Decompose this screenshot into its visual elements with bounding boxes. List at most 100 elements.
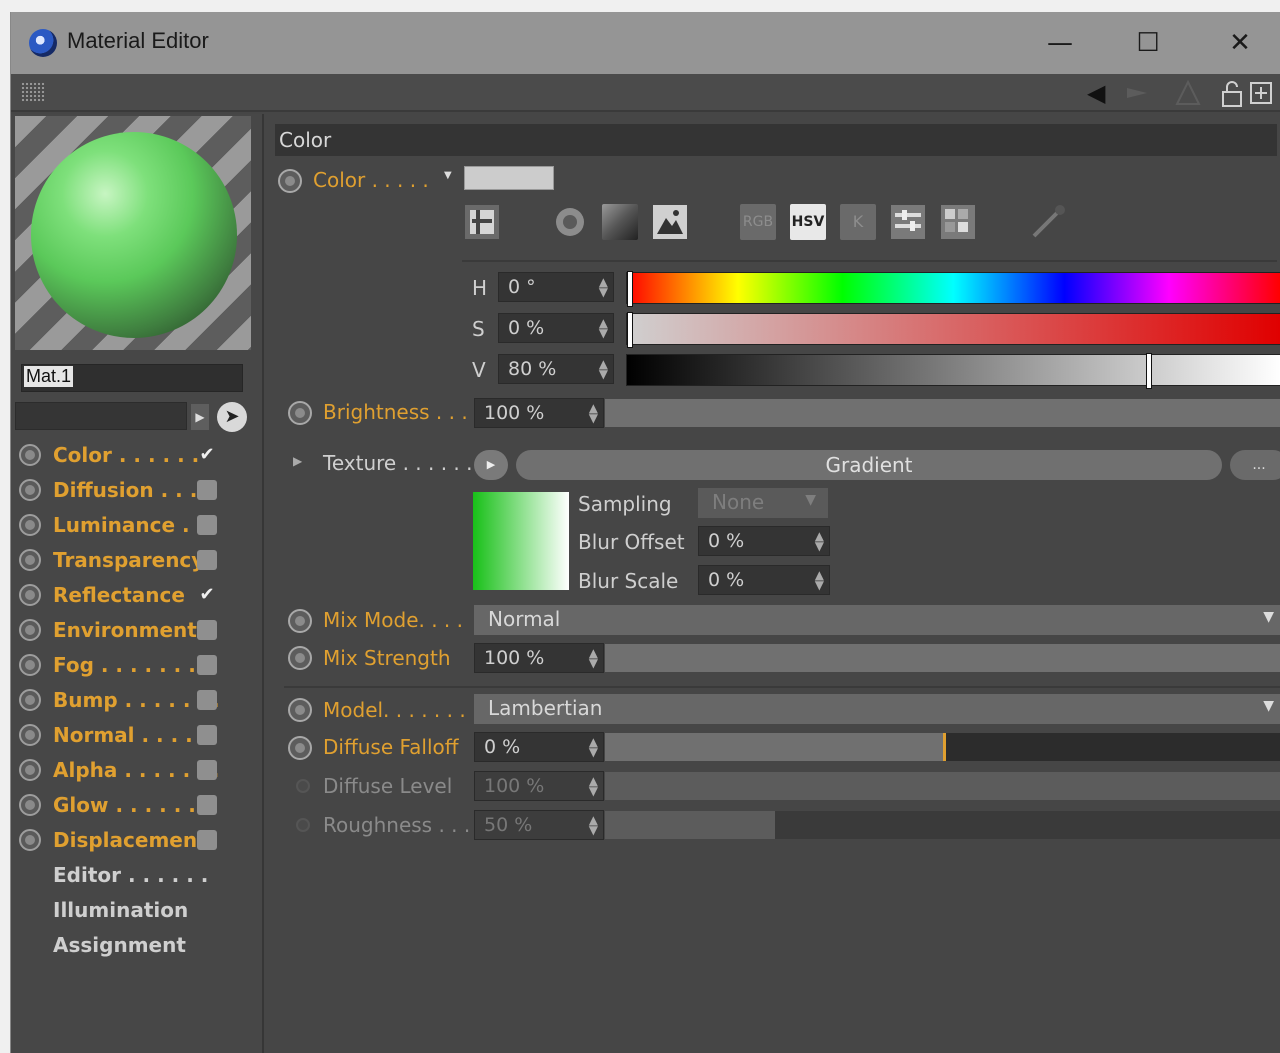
model-animate-radio[interactable]: [288, 698, 312, 722]
diffuse-falloff-input[interactable]: 0 % ▲ ▼: [474, 732, 604, 762]
grip-handle-icon[interactable]: [21, 82, 45, 102]
channel-transparency[interactable]: Transparency: [11, 545, 261, 575]
channel-checkbox[interactable]: [197, 550, 217, 570]
spinner-icon[interactable]: ▲ ▼: [599, 276, 608, 298]
hue-input[interactable]: 0 ° ▲ ▼: [498, 272, 614, 302]
mix-strength-input[interactable]: 100 % ▲ ▼: [474, 643, 604, 673]
spinner-icon[interactable]: ▲ ▼: [599, 358, 608, 380]
channel-color[interactable]: Color . . . . . . ✔: [11, 440, 261, 470]
channel-bump[interactable]: Bump . . . . . . .: [11, 685, 261, 715]
color-animate-radio[interactable]: [278, 169, 302, 193]
kelvin-mode-button[interactable]: K: [840, 204, 876, 240]
channel-luminance[interactable]: Luminance . .: [11, 510, 261, 540]
model-dropdown[interactable]: Lambertian ▼: [474, 694, 1280, 724]
mix-strength-slider[interactable]: [605, 644, 1280, 672]
material-preview[interactable]: [15, 116, 251, 350]
gradient-texture-preview[interactable]: [473, 492, 569, 590]
channel-diffusion[interactable]: Diffusion . . .: [11, 475, 261, 505]
texture-name-button[interactable]: Gradient: [516, 450, 1222, 480]
value-input[interactable]: 80 % ▲ ▼: [498, 354, 614, 384]
spinner-icon[interactable]: ▲ ▼: [815, 530, 824, 552]
spinner-icon[interactable]: ▲ ▼: [589, 736, 598, 758]
blur-offset-input[interactable]: 0 % ▲ ▼: [698, 526, 830, 556]
tab-assignment[interactable]: Assignment: [11, 930, 261, 960]
channel-label: Transparency: [53, 548, 205, 572]
spinner-icon[interactable]: ▲ ▼: [599, 317, 608, 339]
brightness-input[interactable]: 100 % ▲ ▼: [474, 398, 604, 428]
value-slider-thumb[interactable]: [1146, 353, 1153, 389]
material-filter-field[interactable]: [15, 402, 187, 430]
spectrum-toggle-icon[interactable]: [464, 204, 500, 240]
channel-checkbox[interactable]: [197, 795, 217, 815]
sampling-dropdown[interactable]: None ▼: [698, 488, 828, 518]
section-header: Color: [275, 124, 1277, 156]
new-window-icon[interactable]: [1249, 80, 1273, 106]
blur-scale-input[interactable]: 0 % ▲ ▼: [698, 565, 830, 595]
texture-expand-icon[interactable]: ▶: [293, 454, 302, 468]
diffuse-falloff-slider[interactable]: [605, 733, 1280, 761]
window-title: Material Editor: [67, 28, 209, 53]
mixer-icon[interactable]: [890, 204, 926, 240]
eyedropper-icon[interactable]: [1028, 204, 1068, 240]
saturation-slider[interactable]: [626, 312, 1280, 348]
spinner-icon[interactable]: ▲ ▼: [589, 402, 598, 424]
mix-mode-animate-radio[interactable]: [288, 609, 312, 633]
slider-fill: [605, 772, 1280, 800]
brightness-slider[interactable]: [605, 399, 1280, 427]
channel-alpha[interactable]: Alpha . . . . . . .: [11, 755, 261, 785]
color-wheel-icon[interactable]: [552, 204, 588, 240]
up-arrow-icon[interactable]: [1173, 79, 1203, 106]
close-button[interactable]: ✕: [1223, 26, 1257, 60]
channel-normal[interactable]: Normal . . . . .: [11, 720, 261, 750]
minimize-button[interactable]: —: [1043, 26, 1077, 60]
color-dropdown-icon[interactable]: ▼: [444, 170, 452, 181]
roughness-input: 50 % ▲ ▼: [474, 810, 604, 840]
channel-checkbox[interactable]: [197, 760, 217, 780]
channel-fog[interactable]: Fog . . . . . . . .: [11, 650, 261, 680]
mix-strength-animate-radio[interactable]: [288, 646, 312, 670]
pick-cursor-icon[interactable]: ➤: [217, 402, 247, 432]
channel-checkbox[interactable]: [197, 690, 217, 710]
spinner-icon[interactable]: ▲ ▼: [589, 647, 598, 669]
diffuse-falloff-animate-radio[interactable]: [288, 736, 312, 760]
brightness-animate-radio[interactable]: [288, 401, 312, 425]
channel-checkbox[interactable]: [197, 620, 217, 640]
lock-icon[interactable]: [1219, 80, 1245, 107]
texture-more-button[interactable]: ...: [1230, 450, 1280, 480]
hue-slider[interactable]: [626, 271, 1280, 307]
hsv-mode-button[interactable]: HSV: [790, 204, 826, 240]
texture-menu-button[interactable]: ▶: [474, 450, 508, 480]
spectrum-icon[interactable]: [602, 204, 638, 240]
channel-checkbox[interactable]: ✔: [197, 585, 217, 605]
swatches-icon[interactable]: [940, 204, 976, 240]
channel-glow[interactable]: Glow . . . . . . .: [11, 790, 261, 820]
channel-displacement[interactable]: Displacement: [11, 825, 261, 855]
hue-slider-thumb[interactable]: [627, 271, 633, 307]
color-swatch[interactable]: [464, 166, 554, 190]
title-bar[interactable]: Material Editor — ☐ ✕: [11, 12, 1280, 74]
channel-reflectance[interactable]: Reflectance ✔: [11, 580, 261, 610]
tab-editor[interactable]: Editor . . . . . .: [11, 860, 261, 890]
maximize-button[interactable]: ☐: [1131, 26, 1165, 60]
channel-checkbox[interactable]: [197, 655, 217, 675]
mix-mode-dropdown[interactable]: Normal ▼: [474, 605, 1280, 635]
channel-checkbox[interactable]: [197, 725, 217, 745]
channel-checkbox[interactable]: [197, 515, 217, 535]
saturation-input[interactable]: 0 % ▲ ▼: [498, 313, 614, 343]
forward-arrow-icon[interactable]: [1123, 80, 1153, 106]
spinner-icon[interactable]: ▲ ▼: [815, 569, 824, 591]
channel-environment[interactable]: Environment: [11, 615, 261, 645]
material-name-field[interactable]: Mat.1: [21, 364, 243, 392]
back-arrow-icon[interactable]: ◀: [1087, 80, 1121, 106]
expand-arrow-icon[interactable]: ▶: [191, 404, 209, 430]
channel-checkbox[interactable]: [197, 480, 217, 500]
image-picker-icon[interactable]: [652, 204, 688, 240]
tab-illumination[interactable]: Illumination: [11, 895, 261, 925]
saturation-slider-thumb[interactable]: [627, 312, 633, 348]
rgb-mode-button[interactable]: RGB: [740, 204, 776, 240]
material-editor-window: Material Editor — ☐ ✕ ◀ Mat.1 ▶ ➤ Color …: [10, 12, 1280, 1053]
roughness-value: 50 %: [484, 814, 533, 836]
value-slider[interactable]: [626, 353, 1280, 389]
channel-checkbox[interactable]: [197, 830, 217, 850]
channel-checkbox[interactable]: ✔: [197, 445, 217, 465]
